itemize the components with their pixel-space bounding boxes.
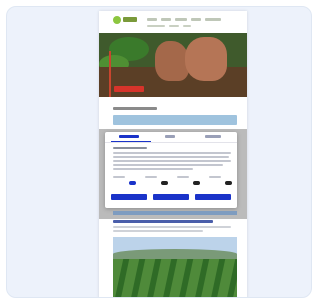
article-image [113,211,237,215]
vineyard-image [113,237,237,297]
hero-cta-button[interactable] [114,86,144,92]
allow-selection-button[interactable] [153,194,189,200]
toggle-marketing[interactable] [225,181,232,185]
nav-item[interactable] [175,18,187,21]
vine-row [226,259,237,297]
toggle-label [145,176,157,178]
toggle-label [113,176,125,178]
nav-item[interactable] [147,18,157,21]
consent-text-line [113,156,229,158]
toggle-statistics[interactable] [193,181,200,185]
consent-text-line [113,164,223,166]
consent-text-line [113,152,231,154]
website-preview [99,11,247,297]
vine-row [210,259,226,297]
sprout-logo-icon[interactable] [113,16,121,24]
toggle-necessary[interactable] [129,181,136,185]
vine-row [178,259,194,297]
logo-wordmark [123,17,137,22]
consent-text-line [113,168,193,170]
tab-details[interactable] [165,135,175,138]
vine-row [146,259,162,297]
hero-hand [155,41,189,81]
hero-hand [185,37,227,81]
toggle-label [177,176,189,178]
nav-subitem[interactable] [183,25,191,27]
tab-about[interactable] [205,135,221,138]
article-title[interactable] [113,220,213,223]
nav-subitem[interactable] [147,25,165,27]
tab-consent[interactable] [119,135,139,138]
nav-item[interactable] [191,18,201,21]
article-text-line [113,226,231,228]
consent-tabs [105,132,237,143]
hero-image [99,33,247,97]
vine-row [130,259,146,297]
preview-card [6,6,312,298]
nav-subitem[interactable] [169,25,179,27]
article-text-line [113,230,203,232]
cookie-consent-dialog [105,132,237,208]
allow-all-button[interactable] [195,194,231,200]
consent-heading [113,147,147,149]
hero-stake [109,51,111,97]
site-header [99,11,247,33]
toggle-label [209,176,221,178]
vine-row [114,259,130,297]
vineyard-hill [113,249,237,259]
consent-text-line [113,160,231,162]
nav-item[interactable] [205,18,221,21]
nav-item[interactable] [161,18,171,21]
toggle-preferences[interactable] [161,181,168,185]
active-tab-indicator [111,141,151,142]
article-image-strip [113,115,237,125]
vine-row [194,259,210,297]
deny-button[interactable] [111,194,147,200]
vine-row [162,259,178,297]
section-heading [113,107,157,110]
